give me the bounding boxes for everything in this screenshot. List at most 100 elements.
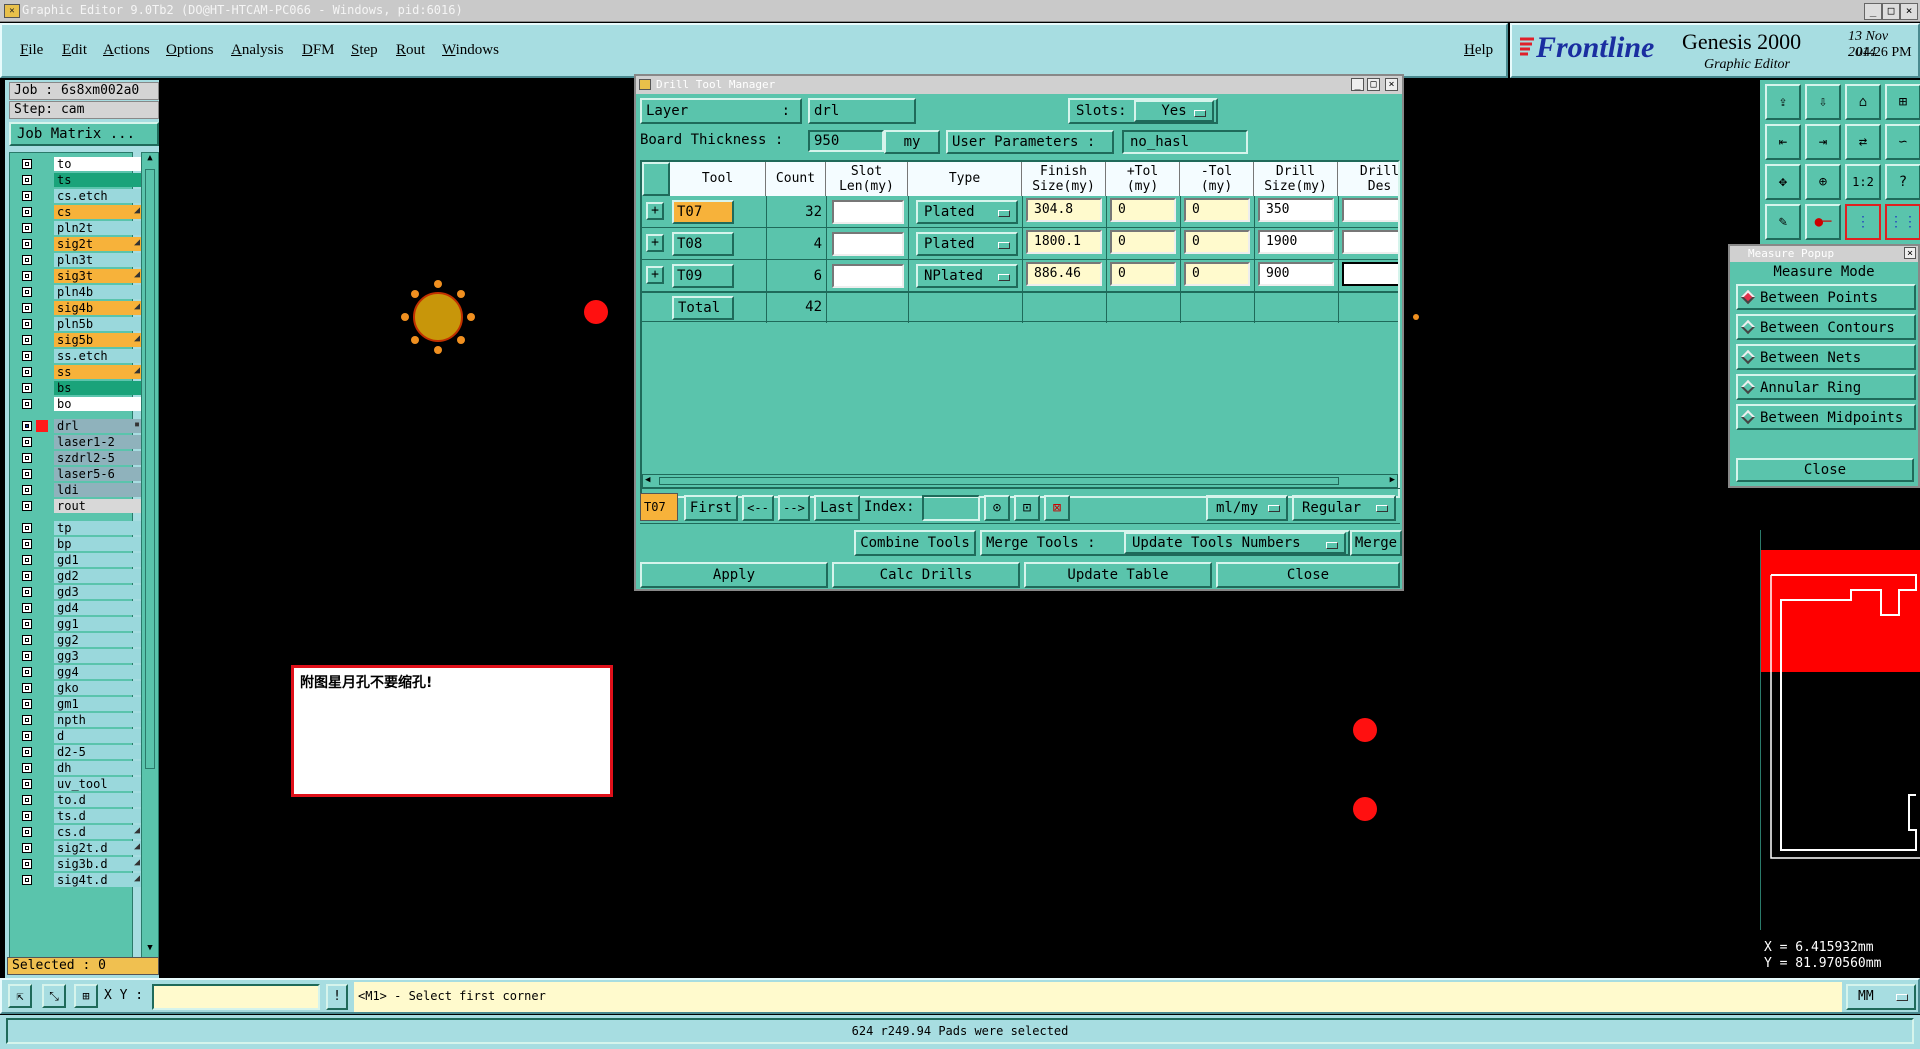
route-icon[interactable]: ∽ — [1885, 124, 1920, 160]
layer-row[interactable]: gg4 — [16, 665, 142, 680]
layer-name[interactable]: ldi — [54, 483, 142, 497]
layer-checkbox[interactable] — [22, 635, 32, 645]
layer-row[interactable]: drl ▪ — [16, 419, 142, 434]
update-table-button[interactable]: Update Table — [1024, 562, 1212, 588]
units-mm-select[interactable]: MM — [1846, 984, 1916, 1010]
layer-checkbox[interactable] — [22, 485, 32, 495]
drill-size-input[interactable]: 350 — [1258, 198, 1334, 222]
layer-checkbox[interactable] — [22, 453, 32, 463]
expand-icon[interactable]: + — [646, 266, 664, 284]
layer-name[interactable]: d — [54, 729, 142, 743]
layer-row[interactable]: npth — [16, 713, 142, 728]
layer-row[interactable]: to.d — [16, 793, 142, 808]
alert-icon[interactable]: ! — [326, 984, 348, 1010]
layer-checkbox[interactable] — [22, 859, 32, 869]
minus-tol-input[interactable]: 0 — [1184, 230, 1250, 254]
plus-tol-input[interactable]: 0 — [1110, 262, 1176, 286]
clear-icon[interactable]: ⊠ — [1044, 495, 1070, 521]
layer-row[interactable]: szdrl2-5 — [16, 451, 142, 466]
layer-field[interactable]: drl — [808, 98, 916, 124]
layer-row[interactable]: gd4 — [16, 601, 142, 616]
layer-row[interactable]: cs ◢ — [16, 205, 142, 220]
dialog-minimize-icon[interactable]: _ — [1351, 78, 1364, 91]
layer-checkbox[interactable] — [22, 255, 32, 265]
layer-row[interactable]: tp — [16, 521, 142, 536]
layer-checkbox[interactable] — [22, 523, 32, 533]
menu-actions[interactable]: Actions — [103, 42, 150, 59]
finish-size-input[interactable]: 304.8 — [1026, 198, 1102, 222]
menu-rout[interactable]: Rout — [396, 42, 425, 59]
layer-checkbox[interactable] — [22, 811, 32, 821]
apply-button[interactable]: Apply — [640, 562, 828, 588]
layer-checkbox[interactable] — [22, 271, 32, 281]
menu-file[interactable]: File — [20, 42, 43, 59]
slots-select[interactable]: Yes — [1134, 100, 1214, 122]
index-input[interactable] — [922, 495, 980, 521]
layer-name[interactable]: pln3t — [54, 253, 142, 267]
layer-name[interactable]: pln2t — [54, 221, 142, 235]
layer-checkbox[interactable] — [22, 651, 32, 661]
menu-help[interactable]: Help — [1464, 42, 1493, 59]
scroll-down-icon[interactable]: ▼ — [143, 943, 157, 957]
expand-icon[interactable]: + — [646, 202, 664, 220]
layer-row[interactable]: d — [16, 729, 142, 744]
layer-name[interactable]: cs — [54, 205, 142, 219]
center-icon[interactable]: ⊕ — [1805, 164, 1841, 200]
fit-icon[interactable]: ✥ — [1765, 164, 1801, 200]
search-icon[interactable]: ⊙ — [984, 495, 1010, 521]
scale-icon[interactable]: 1:2 — [1845, 164, 1881, 200]
mode-select[interactable]: Regular — [1292, 495, 1396, 521]
layer-checkbox[interactable] — [22, 555, 32, 565]
layer-row[interactable]: gg3 — [16, 649, 142, 664]
tool-button[interactable]: T07 — [672, 200, 734, 224]
help-icon[interactable]: ? — [1885, 164, 1920, 200]
combine-tools-button[interactable]: Combine Tools — [854, 530, 976, 556]
minimize-button[interactable]: _ — [1864, 3, 1882, 20]
menu-edit[interactable]: Edit — [62, 42, 87, 59]
layer-row[interactable]: gd1 — [16, 553, 142, 568]
layer-name[interactable]: gg3 — [54, 649, 142, 663]
layer-row[interactable]: ts.d — [16, 809, 142, 824]
layer-name[interactable]: drl — [54, 419, 142, 433]
layer-checkbox[interactable] — [22, 763, 32, 773]
layer-name[interactable]: cs.etch — [54, 189, 142, 203]
grid-icon[interactable]: ⊞ — [1885, 84, 1920, 120]
expand-icon[interactable]: + — [646, 234, 664, 252]
layer-row[interactable]: pln2t — [16, 221, 142, 236]
layer-checkbox[interactable] — [22, 223, 32, 233]
layer-checkbox[interactable] — [22, 335, 32, 345]
layer-name[interactable]: gm1 — [54, 697, 142, 711]
layer-checkbox[interactable] — [22, 239, 32, 249]
layer-row[interactable]: ss ◢ — [16, 365, 142, 380]
layer-row[interactable]: cs.etch — [16, 189, 142, 204]
grid-snap-icon[interactable]: ⊞ — [74, 984, 98, 1008]
layer-row[interactable]: sig3t ◢ — [16, 269, 142, 284]
tool-button[interactable]: T08 — [672, 232, 734, 256]
measure-option[interactable]: Between Contours — [1736, 314, 1916, 340]
layer-checkbox[interactable] — [22, 699, 32, 709]
finish-size-input[interactable]: 886.46 — [1026, 262, 1102, 286]
layer-name[interactable]: pln5b — [54, 317, 142, 331]
layer-checkbox[interactable] — [22, 469, 32, 479]
layer-checkbox[interactable] — [22, 351, 32, 361]
layer-row[interactable]: sig5b ◢ — [16, 333, 142, 348]
menu-windows[interactable]: Windows — [442, 42, 499, 59]
finish-size-input[interactable]: 1800.1 — [1026, 230, 1102, 254]
drill-size-input[interactable]: 900 — [1258, 262, 1334, 286]
measure-nets-icon[interactable]: ⋮⋮ — [1885, 204, 1920, 240]
layer-row[interactable]: sig2t.d ◢ — [16, 841, 142, 856]
layer-checkbox[interactable] — [22, 367, 32, 377]
minus-tol-input[interactable]: 0 — [1184, 198, 1250, 222]
first-button[interactable]: First — [684, 495, 738, 521]
flip-icon[interactable]: ⇄ — [1845, 124, 1881, 160]
layer-checkbox[interactable] — [22, 747, 32, 757]
measure-diagonal-icon[interactable]: ⤡ — [42, 984, 66, 1008]
layer-row[interactable]: pln3t — [16, 253, 142, 268]
layer-name[interactable]: npth — [54, 713, 142, 727]
menu-options[interactable]: Options — [166, 42, 214, 59]
last-button[interactable]: Last — [814, 495, 860, 521]
layer-checkbox[interactable] — [22, 795, 32, 805]
scrollbar-thumb[interactable] — [145, 169, 155, 769]
layer-row[interactable]: sig3b.d ◢ — [16, 857, 142, 872]
measure-option[interactable]: Annular Ring — [1736, 374, 1916, 400]
